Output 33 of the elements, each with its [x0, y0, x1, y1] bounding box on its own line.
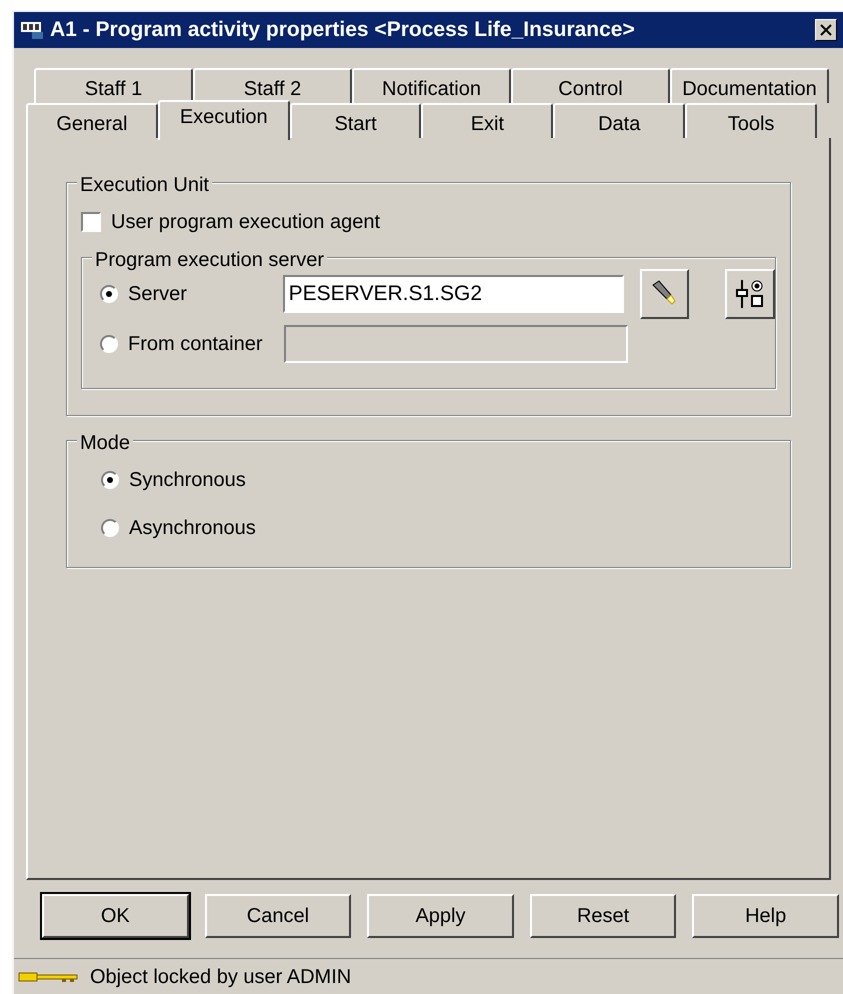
- dialog-button[interactable]: Help: [692, 894, 839, 938]
- tab[interactable]: Tools: [685, 103, 817, 138]
- tab[interactable]: Exit: [421, 103, 554, 138]
- dialog-button[interactable]: Apply: [367, 894, 514, 938]
- settings-button[interactable]: [725, 269, 776, 319]
- window-icon: [20, 20, 44, 40]
- tab[interactable]: Control: [511, 68, 670, 103]
- search-button[interactable]: [640, 269, 690, 319]
- radio-label: Server: [128, 282, 188, 307]
- radio-button[interactable]: [101, 471, 119, 489]
- input-field[interactable]: PESERVER.S1.SG2: [282, 275, 624, 313]
- close-button[interactable]: [815, 19, 837, 41]
- radio-label: Asynchronous: [129, 516, 256, 541]
- radio-label: Synchronous: [129, 468, 246, 493]
- window-title: A1 - Program activity properties <Process Life_Insurance>: [50, 17, 636, 44]
- tab[interactable]: Start: [290, 103, 422, 138]
- tab[interactable]: Notification: [352, 68, 511, 103]
- checkbox[interactable]: [81, 212, 101, 232]
- tab[interactable]: Data: [553, 103, 686, 138]
- tab[interactable]: Execution: [158, 100, 290, 140]
- tab[interactable]: Documentation: [670, 68, 829, 103]
- radio-button[interactable]: [100, 335, 118, 353]
- close-icon: [820, 24, 832, 36]
- status-text: Object locked by user ADMIN: [90, 964, 352, 990]
- radio-button[interactable]: [100, 285, 118, 303]
- dialog-button[interactable]: Cancel: [204, 894, 352, 938]
- slider-control-icon: [735, 278, 766, 310]
- dialog-button[interactable]: Reset: [530, 894, 676, 938]
- radio-button[interactable]: [101, 519, 119, 537]
- checkbox-label: User program execution agent: [111, 210, 380, 235]
- radio-label: From container: [128, 332, 264, 357]
- dialog-button[interactable]: OK: [42, 894, 189, 938]
- key-icon: [18, 970, 80, 984]
